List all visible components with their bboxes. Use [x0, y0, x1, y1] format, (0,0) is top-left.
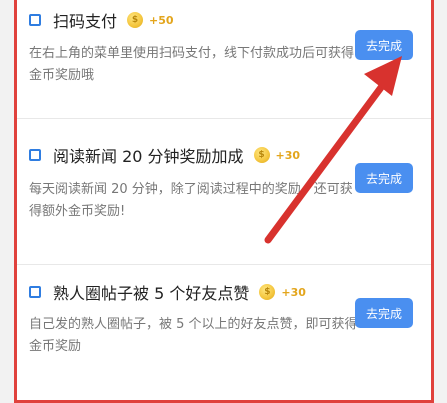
- task-list-highlight-frame: 扫码支付 $ +50 在右上角的菜单里使用扫码支付，线下付款成功后可获得金币奖励…: [14, 0, 434, 403]
- task-title-row: 扫码支付 $ +50: [29, 8, 174, 32]
- checkbox-icon: [29, 149, 41, 161]
- task-title: 阅读新闻 20 分钟奖励加成: [53, 147, 244, 166]
- task-item-friend-likes: 熟人圈帖子被 5 个好友点赞 $ +30 自己发的熟人圈帖子，被 5 个以上的好…: [17, 264, 431, 400]
- checkbox-icon: [29, 286, 41, 298]
- task-description: 在右上角的菜单里使用扫码支付，线下付款成功后可获得金币奖励哦: [29, 46, 355, 83]
- task-title-row: 阅读新闻 20 分钟奖励加成 $ +30: [29, 143, 300, 167]
- task-item-scan-pay: 扫码支付 $ +50 在右上角的菜单里使用扫码支付，线下付款成功后可获得金币奖励…: [17, 0, 431, 118]
- task-title-row: 熟人圈帖子被 5 个好友点赞 $ +30: [29, 280, 306, 304]
- task-points: +30: [275, 148, 301, 162]
- task-description: 每天阅读新闻 20 分钟，除了阅读过程中的奖励，还可获得额外金币奖励!: [29, 182, 353, 219]
- coin-icon: $: [127, 12, 144, 28]
- checkbox-icon: [29, 14, 41, 26]
- go-complete-button[interactable]: 去完成: [355, 30, 413, 60]
- go-complete-button[interactable]: 去完成: [355, 163, 413, 193]
- task-title: 扫码支付: [53, 12, 118, 31]
- go-complete-button[interactable]: 去完成: [355, 298, 413, 328]
- task-points: +50: [149, 13, 174, 27]
- coin-icon: $: [259, 284, 276, 300]
- task-points: +30: [281, 285, 306, 299]
- task-description: 自己发的熟人圈帖子，被 5 个以上的好友点赞，即可获得金币奖励: [29, 317, 358, 354]
- task-title: 熟人圈帖子被 5 个好友点赞: [53, 284, 250, 303]
- task-item-read-news: 阅读新闻 20 分钟奖励加成 $ +30 每天阅读新闻 20 分钟，除了阅读过程…: [17, 118, 431, 264]
- coin-icon: $: [253, 147, 270, 163]
